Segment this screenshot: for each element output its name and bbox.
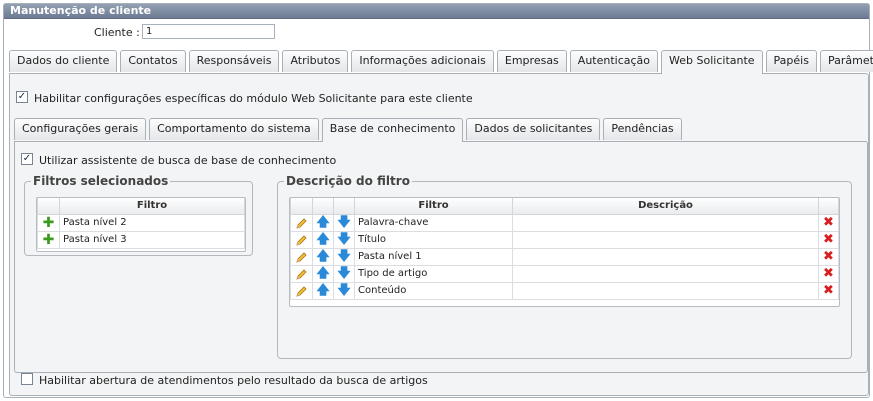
client-label: Cliente :	[94, 26, 140, 39]
main-tabs: Dados do cliente Contatos Responsáveis A…	[9, 50, 873, 74]
delete-x-icon[interactable]: ✖	[823, 266, 834, 281]
arrow-up-icon[interactable]: 🡅	[316, 215, 329, 230]
table-row: 🡅 🡇 Palavra-chave ✖	[290, 213, 839, 232]
panel-title: Manutenção de cliente	[4, 4, 869, 19]
client-row: Cliente : 1	[4, 20, 869, 44]
tab-empresas[interactable]: Empresas	[496, 50, 567, 72]
tab-responsaveis[interactable]: Responsáveis	[188, 50, 280, 72]
tab-parametros[interactable]: Parâmetros	[819, 50, 873, 72]
arrow-down-icon[interactable]: 🡇	[337, 283, 350, 298]
arrow-up-icon[interactable]: 🡅	[316, 232, 329, 247]
filter-name: Pasta nível 1	[354, 247, 513, 266]
tab-comportamento-do-sistema[interactable]: Comportamento do sistema	[149, 118, 319, 140]
delete-x-icon[interactable]: ✖	[823, 215, 834, 230]
arrow-down-icon[interactable]: 🡇	[337, 266, 350, 281]
enable-opening-label: Habilitar abertura de atendimentos pelo …	[39, 374, 428, 387]
use-assistant-label: Utilizar assistente de busca de base de …	[39, 154, 337, 167]
pencil-icon[interactable]	[295, 285, 308, 297]
tab-dados-de-solicitantes[interactable]: Dados de solicitantes	[466, 118, 601, 140]
selected-filters-header: Filtro	[59, 198, 245, 215]
arrow-up-icon[interactable]: 🡅	[316, 266, 329, 281]
sub-tabs: Configurações gerais Comportamento do si…	[14, 118, 685, 142]
selected-filters-grid: Filtro ✚ Pasta nível 2 ✚ Pasta nível 3	[36, 197, 246, 252]
table-row: 🡅 🡇 Tipo de artigo ✖	[290, 264, 839, 283]
filter-description-cell[interactable]	[512, 230, 819, 249]
filter-description-cell[interactable]	[512, 281, 819, 300]
tab-contatos[interactable]: Contatos	[120, 50, 186, 72]
tab-dados-do-cliente[interactable]: Dados do cliente	[9, 50, 118, 72]
selected-filter-name: Pasta nível 3	[59, 230, 245, 249]
arrow-up-icon[interactable]: 🡅	[316, 283, 329, 298]
filter-description-cell[interactable]	[512, 247, 819, 266]
tab-configuracoes-gerais[interactable]: Configurações gerais	[14, 118, 147, 140]
filter-name: Palavra-chave	[354, 213, 513, 232]
table-row: ✚ Pasta nível 2	[37, 213, 245, 232]
pencil-icon[interactable]	[295, 268, 308, 280]
enable-opening-checkbox[interactable]	[21, 373, 33, 385]
arrow-down-icon[interactable]: 🡇	[337, 232, 350, 247]
tab-papeis[interactable]: Papéis	[765, 50, 817, 72]
enable-specific-checkbox[interactable]: ✓	[16, 91, 28, 103]
filter-description-grid: Filtro Descrição 🡅 🡇 Palavra-chave ✖ 🡅 🡇…	[289, 197, 840, 307]
filter-description-cell[interactable]	[512, 264, 819, 283]
tab-base-de-conhecimento[interactable]: Base de conhecimento	[321, 118, 464, 142]
enable-specific-label: Habilitar configurações específicas do m…	[34, 92, 473, 105]
delete-x-icon[interactable]: ✖	[823, 283, 834, 298]
tab-autenticacao[interactable]: Autenticação	[569, 50, 659, 72]
pencil-icon[interactable]	[295, 217, 308, 229]
pencil-icon[interactable]	[295, 234, 308, 246]
client-input[interactable]: 1	[142, 24, 275, 39]
filter-header: Filtro	[354, 198, 513, 215]
selected-filters-legend: Filtros selecionados	[33, 174, 169, 188]
arrow-down-icon[interactable]: 🡇	[337, 215, 350, 230]
tab-atributos[interactable]: Atributos	[282, 50, 349, 72]
table-row: ✚ Pasta nível 3	[37, 230, 245, 249]
pencil-icon[interactable]	[295, 251, 308, 263]
filter-name: Conteúdo	[354, 281, 513, 300]
client-maintenance-panel: Manutenção de cliente Cliente : 1 Dados …	[3, 3, 873, 398]
plus-icon[interactable]: ✚	[43, 215, 55, 230]
filter-description-cell[interactable]	[512, 213, 819, 232]
arrow-down-icon[interactable]: 🡇	[337, 249, 350, 264]
delete-x-icon[interactable]: ✖	[823, 249, 834, 264]
delete-x-icon[interactable]: ✖	[823, 232, 834, 247]
filter-description-legend: Descrição do filtro	[286, 174, 410, 188]
description-header: Descrição	[512, 198, 819, 215]
tab-web-solicitante[interactable]: Web Solicitante	[661, 50, 763, 74]
table-row: 🡅 🡇 Conteúdo ✖	[290, 281, 839, 300]
tab-informacoes-adicionais[interactable]: Informações adicionais	[351, 50, 494, 72]
tab-pendencias[interactable]: Pendências	[603, 118, 682, 140]
selected-filter-name: Pasta nível 2	[59, 213, 245, 232]
filter-name: Tipo de artigo	[354, 264, 513, 283]
plus-icon[interactable]: ✚	[43, 232, 55, 247]
use-assistant-checkbox[interactable]: ✓	[21, 153, 33, 165]
filter-name: Título	[354, 230, 513, 249]
table-row: 🡅 🡇 Título ✖	[290, 230, 839, 249]
table-row: 🡅 🡇 Pasta nível 1 ✖	[290, 247, 839, 266]
arrow-up-icon[interactable]: 🡅	[316, 249, 329, 264]
